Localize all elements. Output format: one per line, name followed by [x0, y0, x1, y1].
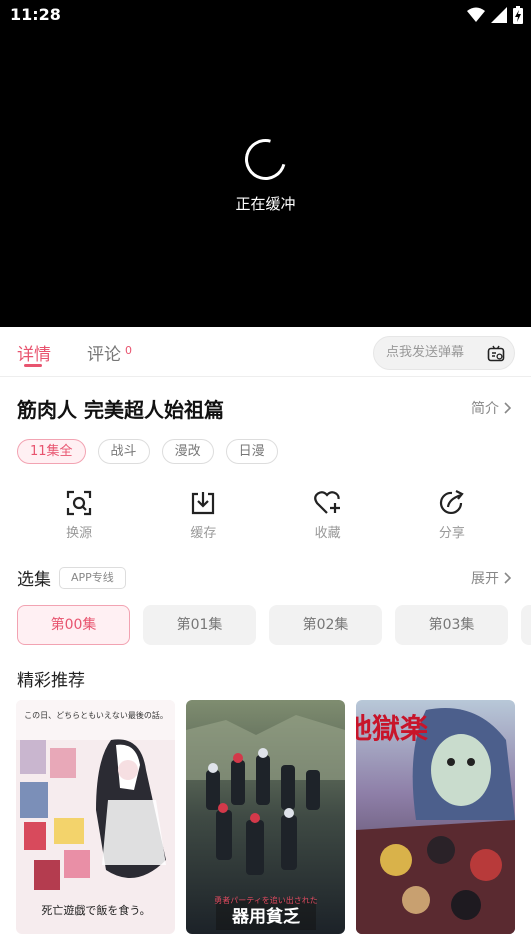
status-bar: 11:28 [0, 0, 531, 30]
share-button[interactable]: 分享 [390, 490, 514, 541]
expand-episodes-link[interactable]: 展开 [471, 568, 511, 588]
episodes-header: 选集 APP专线 [17, 565, 126, 590]
share-icon [439, 490, 464, 515]
action-row: 换源 缓存 收藏 分享 [17, 490, 514, 541]
svg-text:勇者パーティを追い出された: 勇者パーティを追い出された [214, 895, 318, 905]
tag-region[interactable]: 日漫 [225, 439, 278, 464]
comment-count-badge: 0 [125, 344, 132, 357]
recommendation-list: この日、どちらともいえない最後の話。 死亡遊戯で飯を食う。 器用貧乏 勇者パーテ… [16, 700, 515, 934]
episode-list: 第00集 第01集 第02集 第03集 [17, 605, 531, 645]
tag-genre[interactable]: 漫改 [161, 439, 214, 464]
app-screen: 11:28 正在缓冲 详情 评论 0 点我发送弹幕 筋肉人 完美超人始祖篇 简介… [0, 0, 531, 945]
status-icons [467, 6, 523, 24]
poster-image: 器用貧乏 勇者パーティを追い出された [186, 700, 345, 934]
tag-genre[interactable]: 战斗 [97, 439, 150, 464]
poster-image: 地獄楽 [356, 700, 515, 934]
danmaku-toggle-icon[interactable] [487, 345, 505, 363]
recommendation-card[interactable]: この日、どちらともいえない最後の話。 死亡遊戯で飯を食う。 [16, 700, 175, 934]
favorite-add-icon [313, 491, 340, 514]
detail-tabs-bar: 详情 评论 0 [0, 327, 531, 377]
danmaku-input[interactable] [386, 345, 482, 360]
action-label: 分享 [438, 526, 465, 541]
tab-comment[interactable]: 评论 [87, 340, 121, 365]
tag-episode-count[interactable]: 11集全 [17, 439, 86, 464]
tag-list: 11集全 战斗 漫改 日漫 [17, 439, 278, 464]
episode-item[interactable]: 第01集 [143, 605, 256, 645]
poster-image: この日、どちらともいえない最後の話。 死亡遊戯で飯を食う。 [16, 700, 175, 934]
video-player[interactable]: 11:28 正在缓冲 [0, 0, 531, 327]
poster-caption: 器用貧乏 [231, 906, 300, 927]
recommendation-card[interactable]: 地獄楽 [356, 700, 515, 934]
status-time: 11:28 [10, 5, 61, 24]
download-icon [192, 492, 215, 515]
intro-link[interactable]: 简介 [471, 398, 511, 418]
episode-item[interactable]: 第03集 [395, 605, 508, 645]
signal-icon [491, 7, 507, 23]
recommendation-card[interactable]: 器用貧乏 勇者パーティを追い出された [186, 700, 345, 934]
show-title: 筋肉人 完美超人始祖篇 [17, 398, 224, 422]
favorite-button[interactable]: 收藏 [266, 490, 390, 541]
intro-label: 简介 [471, 401, 499, 417]
expand-label: 展开 [471, 571, 499, 587]
action-label: 缓存 [190, 526, 217, 541]
action-label: 换源 [66, 526, 93, 541]
switch-source-button[interactable]: 换源 [17, 490, 141, 541]
action-label: 收藏 [314, 526, 341, 541]
tab-detail[interactable]: 详情 [17, 340, 51, 365]
episode-item-active[interactable]: 第00集 [17, 605, 130, 645]
wifi-icon [467, 7, 485, 22]
app-line-badge[interactable]: APP专线 [59, 566, 126, 589]
tab-active-indicator [24, 364, 42, 367]
danmaku-bar[interactable] [373, 336, 515, 370]
episode-item[interactable]: 第02集 [269, 605, 382, 645]
buffering-text: 正在缓冲 [235, 195, 296, 213]
episodes-title: 选集 [17, 570, 51, 590]
chevron-right-icon [504, 402, 511, 414]
loading-spinner-icon [237, 131, 294, 188]
battery-icon [513, 6, 523, 24]
poster-caption: 地獄楽 [356, 712, 428, 745]
svg-text:この日、どちらともいえない最後の話。: この日、どちらともいえない最後の話。 [24, 710, 168, 720]
switch-source-icon [67, 490, 92, 516]
chevron-right-icon [504, 572, 511, 584]
poster-caption: 死亡遊戯で飯を食う。 [41, 903, 150, 917]
recommendations-title: 精彩推荐 [17, 671, 85, 691]
episode-item-partial[interactable] [521, 605, 531, 645]
cache-button[interactable]: 缓存 [141, 490, 265, 541]
